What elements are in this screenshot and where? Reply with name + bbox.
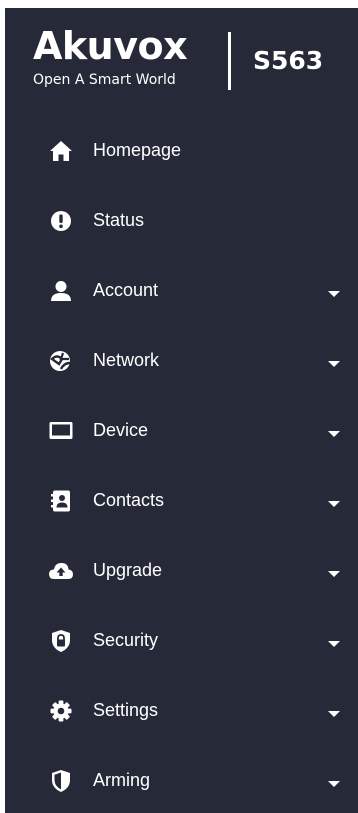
sidebar-item-arming[interactable]: Arming xyxy=(5,753,358,809)
chevron-down-icon[interactable] xyxy=(328,711,340,717)
sidebar-item-label: Contacts xyxy=(93,490,165,510)
brand-tagline: Open A Smart World xyxy=(33,72,176,88)
arming-icon xyxy=(47,767,75,795)
sidebar-item-status[interactable]: Status xyxy=(5,193,358,249)
sidebar-item-label: Account xyxy=(93,280,159,300)
upgrade-icon xyxy=(47,557,75,585)
brand-divider xyxy=(228,32,231,90)
brand-logo: Akuvox xyxy=(33,24,188,68)
sidebar-item-upgrade[interactable]: Upgrade xyxy=(5,543,358,599)
sidebar-item-device[interactable]: Device xyxy=(5,403,358,459)
chevron-down-icon[interactable] xyxy=(328,361,340,367)
brand-header: Akuvox Open A Smart World S563 xyxy=(5,8,358,100)
sidebar-nav: Akuvox Open A Smart World S563 Homepage … xyxy=(5,8,358,813)
settings-icon xyxy=(47,697,75,725)
sidebar-item-label: Status xyxy=(93,210,145,230)
sidebar-item-network[interactable]: Network xyxy=(5,333,358,389)
sidebar-item-account[interactable]: Account xyxy=(5,263,358,319)
chevron-down-icon[interactable] xyxy=(328,291,340,297)
status-icon xyxy=(47,207,75,235)
contacts-icon xyxy=(47,487,75,515)
chevron-down-icon[interactable] xyxy=(328,501,340,507)
network-icon xyxy=(47,347,75,375)
sidebar-item-contacts[interactable]: Contacts xyxy=(5,473,358,529)
sidebar-item-label: Arming xyxy=(93,770,151,790)
chevron-down-icon[interactable] xyxy=(328,431,340,437)
sidebar-item-label: Upgrade xyxy=(93,560,163,580)
device-icon xyxy=(47,417,75,445)
sidebar-item-label: Security xyxy=(93,630,159,650)
account-icon xyxy=(47,277,75,305)
sidebar-item-security[interactable]: Security xyxy=(5,613,358,669)
device-model: S563 xyxy=(253,46,324,75)
chevron-down-icon[interactable] xyxy=(328,571,340,577)
sidebar-item-settings[interactable]: Settings xyxy=(5,683,358,739)
security-icon xyxy=(47,627,75,655)
sidebar-item-label: Device xyxy=(93,420,149,440)
chevron-down-icon[interactable] xyxy=(328,641,340,647)
home-icon xyxy=(47,137,75,165)
sidebar-item-homepage[interactable]: Homepage xyxy=(5,123,358,179)
sidebar-item-label: Settings xyxy=(93,700,159,720)
sidebar-item-label: Network xyxy=(93,350,160,370)
chevron-down-icon[interactable] xyxy=(328,781,340,787)
sidebar-item-label: Homepage xyxy=(93,140,182,160)
